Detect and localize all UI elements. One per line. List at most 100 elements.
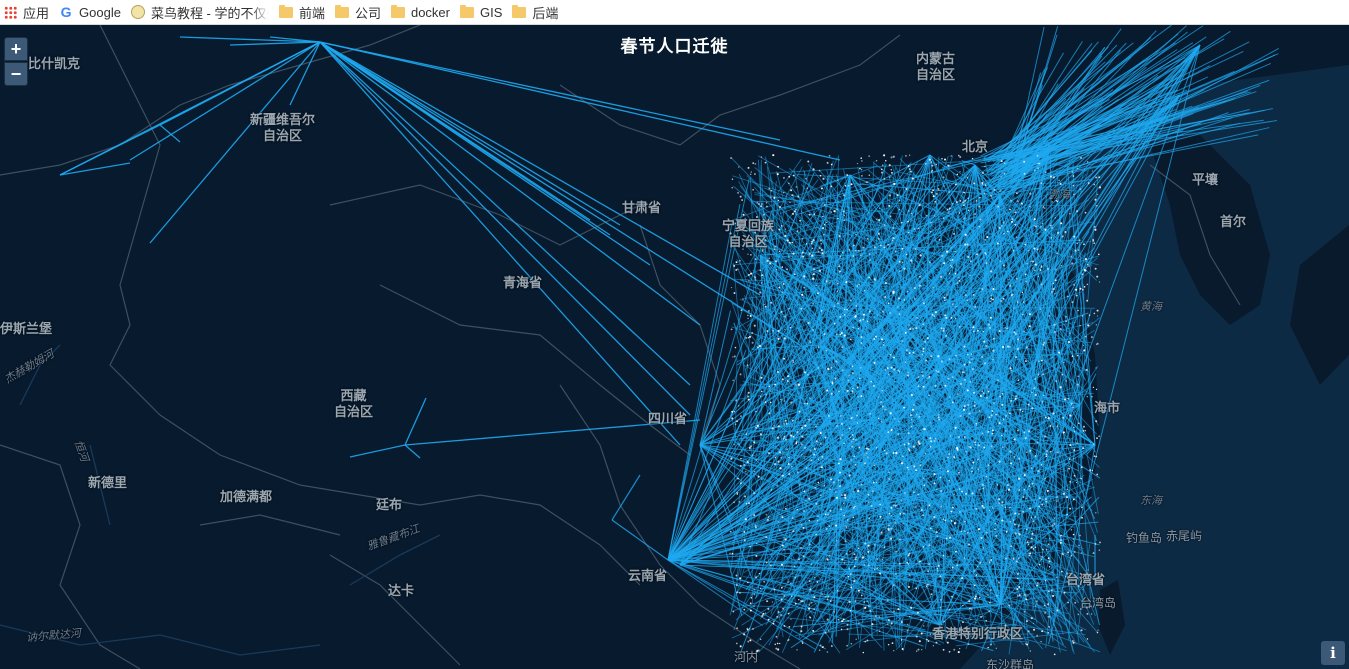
migration-particle [932,313,934,315]
migration-particle [951,376,954,379]
bookmark-runoob[interactable]: 菜鸟教程 - 学的不仅是 [129,0,277,24]
migration-particle [970,353,973,356]
migration-particle [943,296,946,299]
migration-particle [958,371,960,373]
bookmark-folder-backend[interactable]: 后端 [510,0,566,24]
migration-particle [895,573,897,575]
migration-particle [929,437,932,440]
migration-particle [948,453,950,455]
info-button[interactable]: i [1321,641,1345,665]
migration-particle [975,574,978,576]
migration-particle [768,452,770,455]
migration-particle [1022,301,1025,303]
migration-particle [748,627,751,630]
migration-particle [777,460,780,463]
migration-particle [914,248,917,250]
migration-particle [788,175,791,178]
migration-particle [897,306,899,308]
migration-particle [995,535,998,537]
migration-particle [898,562,901,565]
migration-particle [774,383,777,386]
bookmark-folder-gis[interactable]: GIS [458,0,510,24]
migration-particle [772,622,775,625]
migration-particle [966,299,969,302]
migration-particle [856,285,859,287]
migration-particle [847,620,849,622]
migration-particle [985,262,988,265]
migration-particle [860,483,863,486]
migration-particle [825,527,828,530]
bookmark-folder-frontend[interactable]: 前端 [277,0,333,24]
migration-particle [1032,267,1034,269]
migration-particle [901,247,904,250]
migration-particle [749,545,752,548]
label-beijing: 北京 [962,139,989,154]
migration-particle [990,294,993,297]
migration-particle [1081,288,1084,291]
migration-particle [950,316,953,319]
migration-particle [875,159,878,162]
migration-particle [1073,430,1076,433]
migration-particle [992,298,995,301]
boundary-line [379,284,691,456]
migration-particle [966,243,969,246]
migration-particle [1018,489,1021,491]
bookmark-google[interactable]: G Google [57,0,129,24]
migration-particle [792,359,794,362]
migration-particle [892,584,895,586]
migration-particle [770,489,773,491]
migration-particle [970,260,972,263]
migration-particle [888,524,890,527]
migration-particle [1047,417,1050,420]
migration-particle [841,620,844,623]
migration-particle [910,393,913,397]
migration-particle [1038,162,1041,165]
migration-particle [862,318,865,321]
migration-particle [891,239,894,241]
migration-particle [796,508,798,511]
migration-particle [908,168,911,171]
migration-particle [973,584,976,587]
migration-particle [901,648,904,651]
migration-particle [883,154,886,157]
migration-particle [730,328,733,331]
migration-particle [1027,543,1030,545]
zoom-in-button[interactable]: + [4,37,28,61]
migration-particle [934,311,937,314]
migration-particle [931,164,934,167]
migration-particle [894,250,897,253]
migration-particle [843,494,847,497]
migration-particle [1054,279,1057,282]
migration-particle [781,291,783,294]
migration-particle [893,610,895,613]
migration-particle [926,242,928,244]
bookmark-folder-company[interactable]: 公司 [333,0,389,24]
migration-particle [780,614,782,616]
migration-particle [1001,392,1004,395]
migration-particle [1071,355,1074,357]
migration-particle [1021,291,1024,294]
bookmark-apps[interactable]: 应用 [2,0,57,24]
migration-particle [1037,582,1039,584]
migration-particle [744,539,746,541]
migration-particle [906,374,909,377]
zoom-out-button[interactable]: − [4,62,28,86]
migration-map[interactable]: 春节人口迁徙 + − i 比什凯克 新疆维吾尔 自治区 内蒙古 自治区 北京 甘… [0,25,1349,669]
migration-particle [958,154,960,157]
migration-particle [967,404,970,407]
migration-particle [1090,613,1093,615]
migration-particle [993,402,995,405]
migration-particle [868,564,870,566]
migration-particle [1030,546,1033,549]
migration-particle [760,376,763,379]
migration-particle [908,448,910,450]
migration-particle [969,607,971,610]
label-east-sea: 东海 [1140,495,1162,507]
migration-particle [1081,315,1084,317]
migration-particle [859,319,862,322]
migration-particle [1028,485,1031,487]
migration-particle [869,610,871,612]
bookmark-folder-docker[interactable]: docker [389,0,458,24]
migration-particle [1098,253,1100,256]
migration-particle [806,187,809,190]
